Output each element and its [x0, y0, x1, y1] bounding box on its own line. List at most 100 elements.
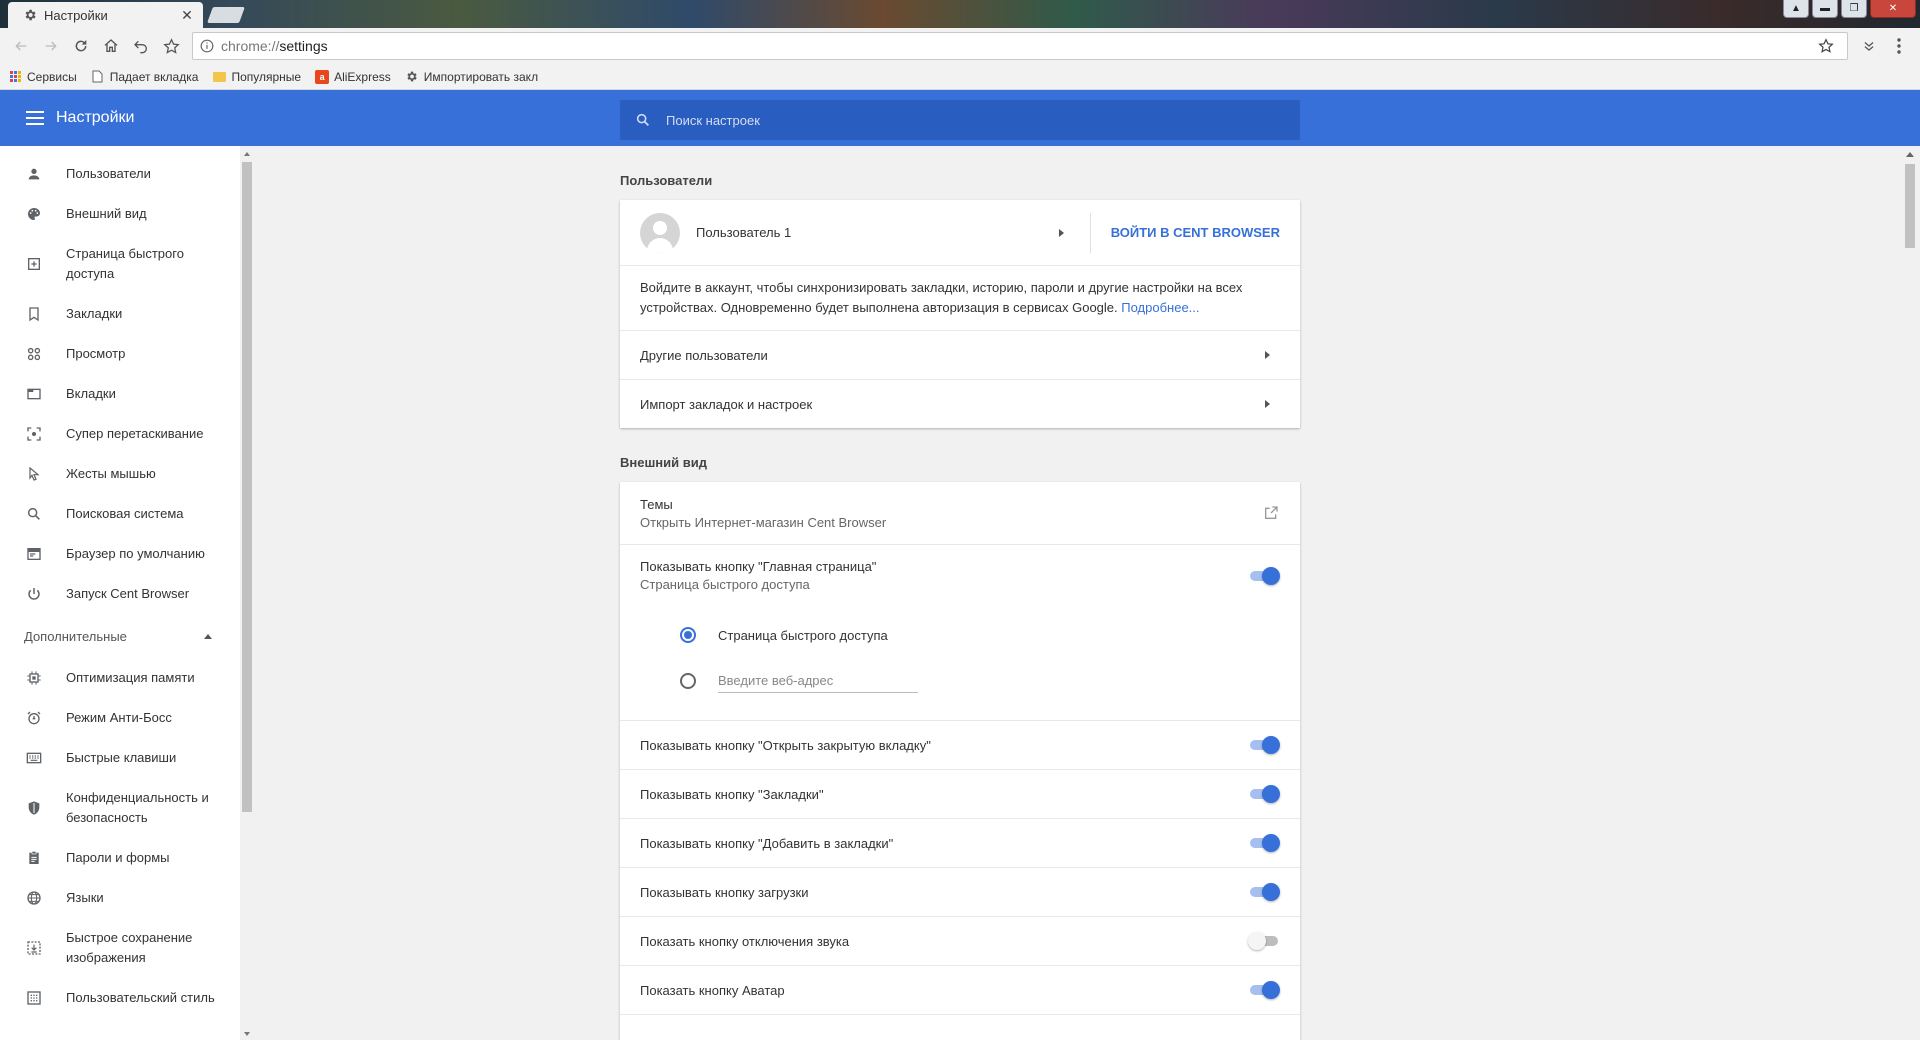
- bookmarks-toggle[interactable]: [1248, 784, 1280, 804]
- bookmark-import[interactable]: Импортировать закл: [405, 70, 538, 84]
- scroll-up-arrow-icon[interactable]: [244, 152, 250, 156]
- downloads-toggle[interactable]: [1248, 882, 1280, 902]
- scrollbar-thumb[interactable]: [1905, 164, 1915, 248]
- toggle-row-add-bookmark[interactable]: Показывать кнопку "Добавить в закладки": [620, 818, 1300, 867]
- sidebar-item-passwords[interactable]: Пароли и формы: [0, 838, 240, 878]
- sidebar-item-users[interactable]: Пользователи: [0, 154, 240, 194]
- reload-icon[interactable]: [66, 32, 96, 60]
- home-url-input[interactable]: [718, 669, 918, 693]
- sidebar-item-user-style[interactable]: Пользовательский стиль: [0, 978, 240, 1018]
- sidebar-item-label: Жесты мышью: [66, 466, 156, 481]
- radio-row-custom-url[interactable]: [680, 658, 1300, 704]
- open-external-icon[interactable]: [1262, 504, 1280, 522]
- back-arrow-icon[interactable]: [6, 32, 36, 60]
- search-input[interactable]: [666, 112, 1286, 128]
- toggle-row-bookmarks[interactable]: Показывать кнопку "Закладки": [620, 769, 1300, 818]
- import-row[interactable]: Импорт закладок и настроек: [620, 379, 1300, 428]
- reopen-tab-toggle[interactable]: [1248, 735, 1280, 755]
- toggle-row-avatar[interactable]: Показать кнопку Аватар: [620, 965, 1300, 1014]
- user-icon[interactable]: ▲: [1783, 0, 1809, 18]
- scroll-up-arrow-icon[interactable]: [1906, 152, 1914, 157]
- sidebar-scrollbar[interactable]: [240, 146, 254, 1040]
- home-icon[interactable]: [96, 32, 126, 60]
- other-users-row[interactable]: Другие пользователи: [620, 330, 1300, 379]
- address-bar[interactable]: chrome:// settings: [192, 32, 1848, 60]
- sidebar-item-bookmarks[interactable]: Закладки: [0, 294, 240, 334]
- settings-sidebar: Пользователи Внешний вид Страница быстро…: [0, 146, 240, 1040]
- sidebar-advanced-toggle[interactable]: Дополнительные: [0, 614, 240, 658]
- toggle-row-mute[interactable]: Показать кнопку отключения звука: [620, 916, 1300, 965]
- sidebar-item-languages[interactable]: Языки: [0, 878, 240, 918]
- browser-icon: [24, 544, 44, 564]
- sidebar-item-browse[interactable]: Просмотр: [0, 334, 240, 374]
- sidebar-item-quick-save-image[interactable]: Быстрое сохранение изображения: [0, 918, 240, 978]
- sidebar-item-shortcuts[interactable]: Быстрые клавиши: [0, 738, 240, 778]
- home-button-toggle[interactable]: [1248, 566, 1280, 586]
- hamburger-menu-icon[interactable]: [26, 111, 44, 125]
- sidebar-advanced-label: Дополнительные: [24, 628, 127, 644]
- sidebar-item-quick-access[interactable]: Страница быстрого доступа: [0, 234, 240, 294]
- scroll-down-arrow-icon[interactable]: [244, 1032, 250, 1036]
- signin-button[interactable]: ВОЙТИ В CENT BROWSER: [1091, 200, 1300, 265]
- sidebar-item-label: Запуск Cent Browser: [66, 586, 190, 601]
- current-user-row[interactable]: Пользователь 1 ВОЙТИ В CENT BROWSER: [620, 200, 1300, 265]
- sidebar-item-tabs[interactable]: Вкладки: [0, 374, 240, 414]
- add-bookmark-toggle[interactable]: [1248, 833, 1280, 853]
- mute-toggle[interactable]: [1248, 931, 1280, 951]
- sidebar-item-mouse-gestures[interactable]: Жесты мышью: [0, 454, 240, 494]
- bookmark-folder[interactable]: Популярные: [212, 70, 301, 84]
- info-icon[interactable]: [199, 38, 215, 54]
- settings-search[interactable]: [620, 100, 1300, 140]
- style-icon: [24, 988, 44, 1008]
- main-scrollbar[interactable]: [1900, 146, 1920, 1040]
- signin-description: Войдите в аккаунт, чтобы синхронизироват…: [620, 265, 1300, 330]
- settings-content: Пользователи Пользователь 1 ВОЙТИ В CENT…: [620, 146, 1300, 1040]
- learn-more-link[interactable]: Подробнее...: [1121, 300, 1199, 315]
- search-icon: [24, 504, 44, 524]
- sidebar-item-memory[interactable]: Оптимизация памяти: [0, 658, 240, 698]
- toggle-row-reopen-tab[interactable]: Показывать кнопку "Открыть закрытую вкла…: [620, 720, 1300, 769]
- new-tab-button[interactable]: [207, 7, 245, 23]
- radio-quick-access[interactable]: [680, 627, 696, 643]
- bookmark-page[interactable]: Падает вкладка: [91, 70, 198, 84]
- sidebar-item-appearance[interactable]: Внешний вид: [0, 194, 240, 234]
- chevron-down-icon[interactable]: [1854, 32, 1884, 60]
- scrollbar-thumb[interactable]: [242, 162, 252, 812]
- home-button-row[interactable]: Показывать кнопку "Главная страница" Стр…: [620, 544, 1300, 606]
- caret-up-icon: [204, 633, 212, 639]
- toggle-row-partial[interactable]: [620, 1014, 1300, 1040]
- users-card: Пользователь 1 ВОЙТИ В CENT BROWSER Войд…: [620, 200, 1300, 428]
- sidebar-item-super-drag[interactable]: Супер перетаскивание: [0, 414, 240, 454]
- sidebar-item-label: Быстрое сохранение изображения: [66, 930, 193, 965]
- sidebar-item-startup[interactable]: Запуск Cent Browser: [0, 574, 240, 614]
- row-label: Другие пользователи: [640, 347, 768, 363]
- undo-close-tab-icon[interactable]: [126, 32, 156, 60]
- minimize-icon[interactable]: ▬: [1812, 0, 1838, 18]
- browser-tab[interactable]: Настройки ✕: [8, 2, 203, 28]
- forward-arrow-icon[interactable]: [36, 32, 66, 60]
- avatar-toggle[interactable]: [1248, 980, 1280, 1000]
- sidebar-item-anti-boss[interactable]: Режим Анти-Босс: [0, 698, 240, 738]
- radio-custom-url[interactable]: [680, 673, 696, 689]
- maximize-icon[interactable]: ❐: [1841, 0, 1867, 18]
- sidebar-item-search-engine[interactable]: Поисковая система: [0, 494, 240, 534]
- page-star-icon[interactable]: [1811, 32, 1841, 60]
- apps-grid-icon: [8, 70, 22, 84]
- toggle-row-downloads[interactable]: Показывать кнопку загрузки: [620, 867, 1300, 916]
- memory-icon: [24, 668, 44, 688]
- avatar: [640, 212, 680, 253]
- row-label: Показывать кнопку "Добавить в закладки": [640, 835, 894, 851]
- sidebar-item-privacy[interactable]: Конфиденциальность и безопасность: [0, 778, 240, 838]
- close-window-icon[interactable]: ✕: [1870, 0, 1916, 18]
- sidebar-item-label: Просмотр: [66, 346, 126, 361]
- sidebar-item-label: Супер перетаскивание: [66, 426, 204, 441]
- menu-dots-icon[interactable]: [1884, 32, 1914, 60]
- bookmark-aliexpress[interactable]: a AliExpress: [315, 69, 391, 84]
- sidebar-item-default-browser[interactable]: Браузер по умолчанию: [0, 534, 240, 574]
- radio-row-quick-access[interactable]: Страница быстрого доступа: [680, 612, 1300, 658]
- sidebar-item-label: Браузер по умолчанию: [66, 546, 205, 561]
- themes-row[interactable]: Темы Открыть Интернет-магазин Cent Brows…: [620, 482, 1300, 544]
- close-tab-icon[interactable]: ✕: [179, 7, 195, 23]
- bookmark-star-icon[interactable]: [156, 32, 186, 60]
- bookmark-apps[interactable]: Сервисы: [8, 70, 77, 84]
